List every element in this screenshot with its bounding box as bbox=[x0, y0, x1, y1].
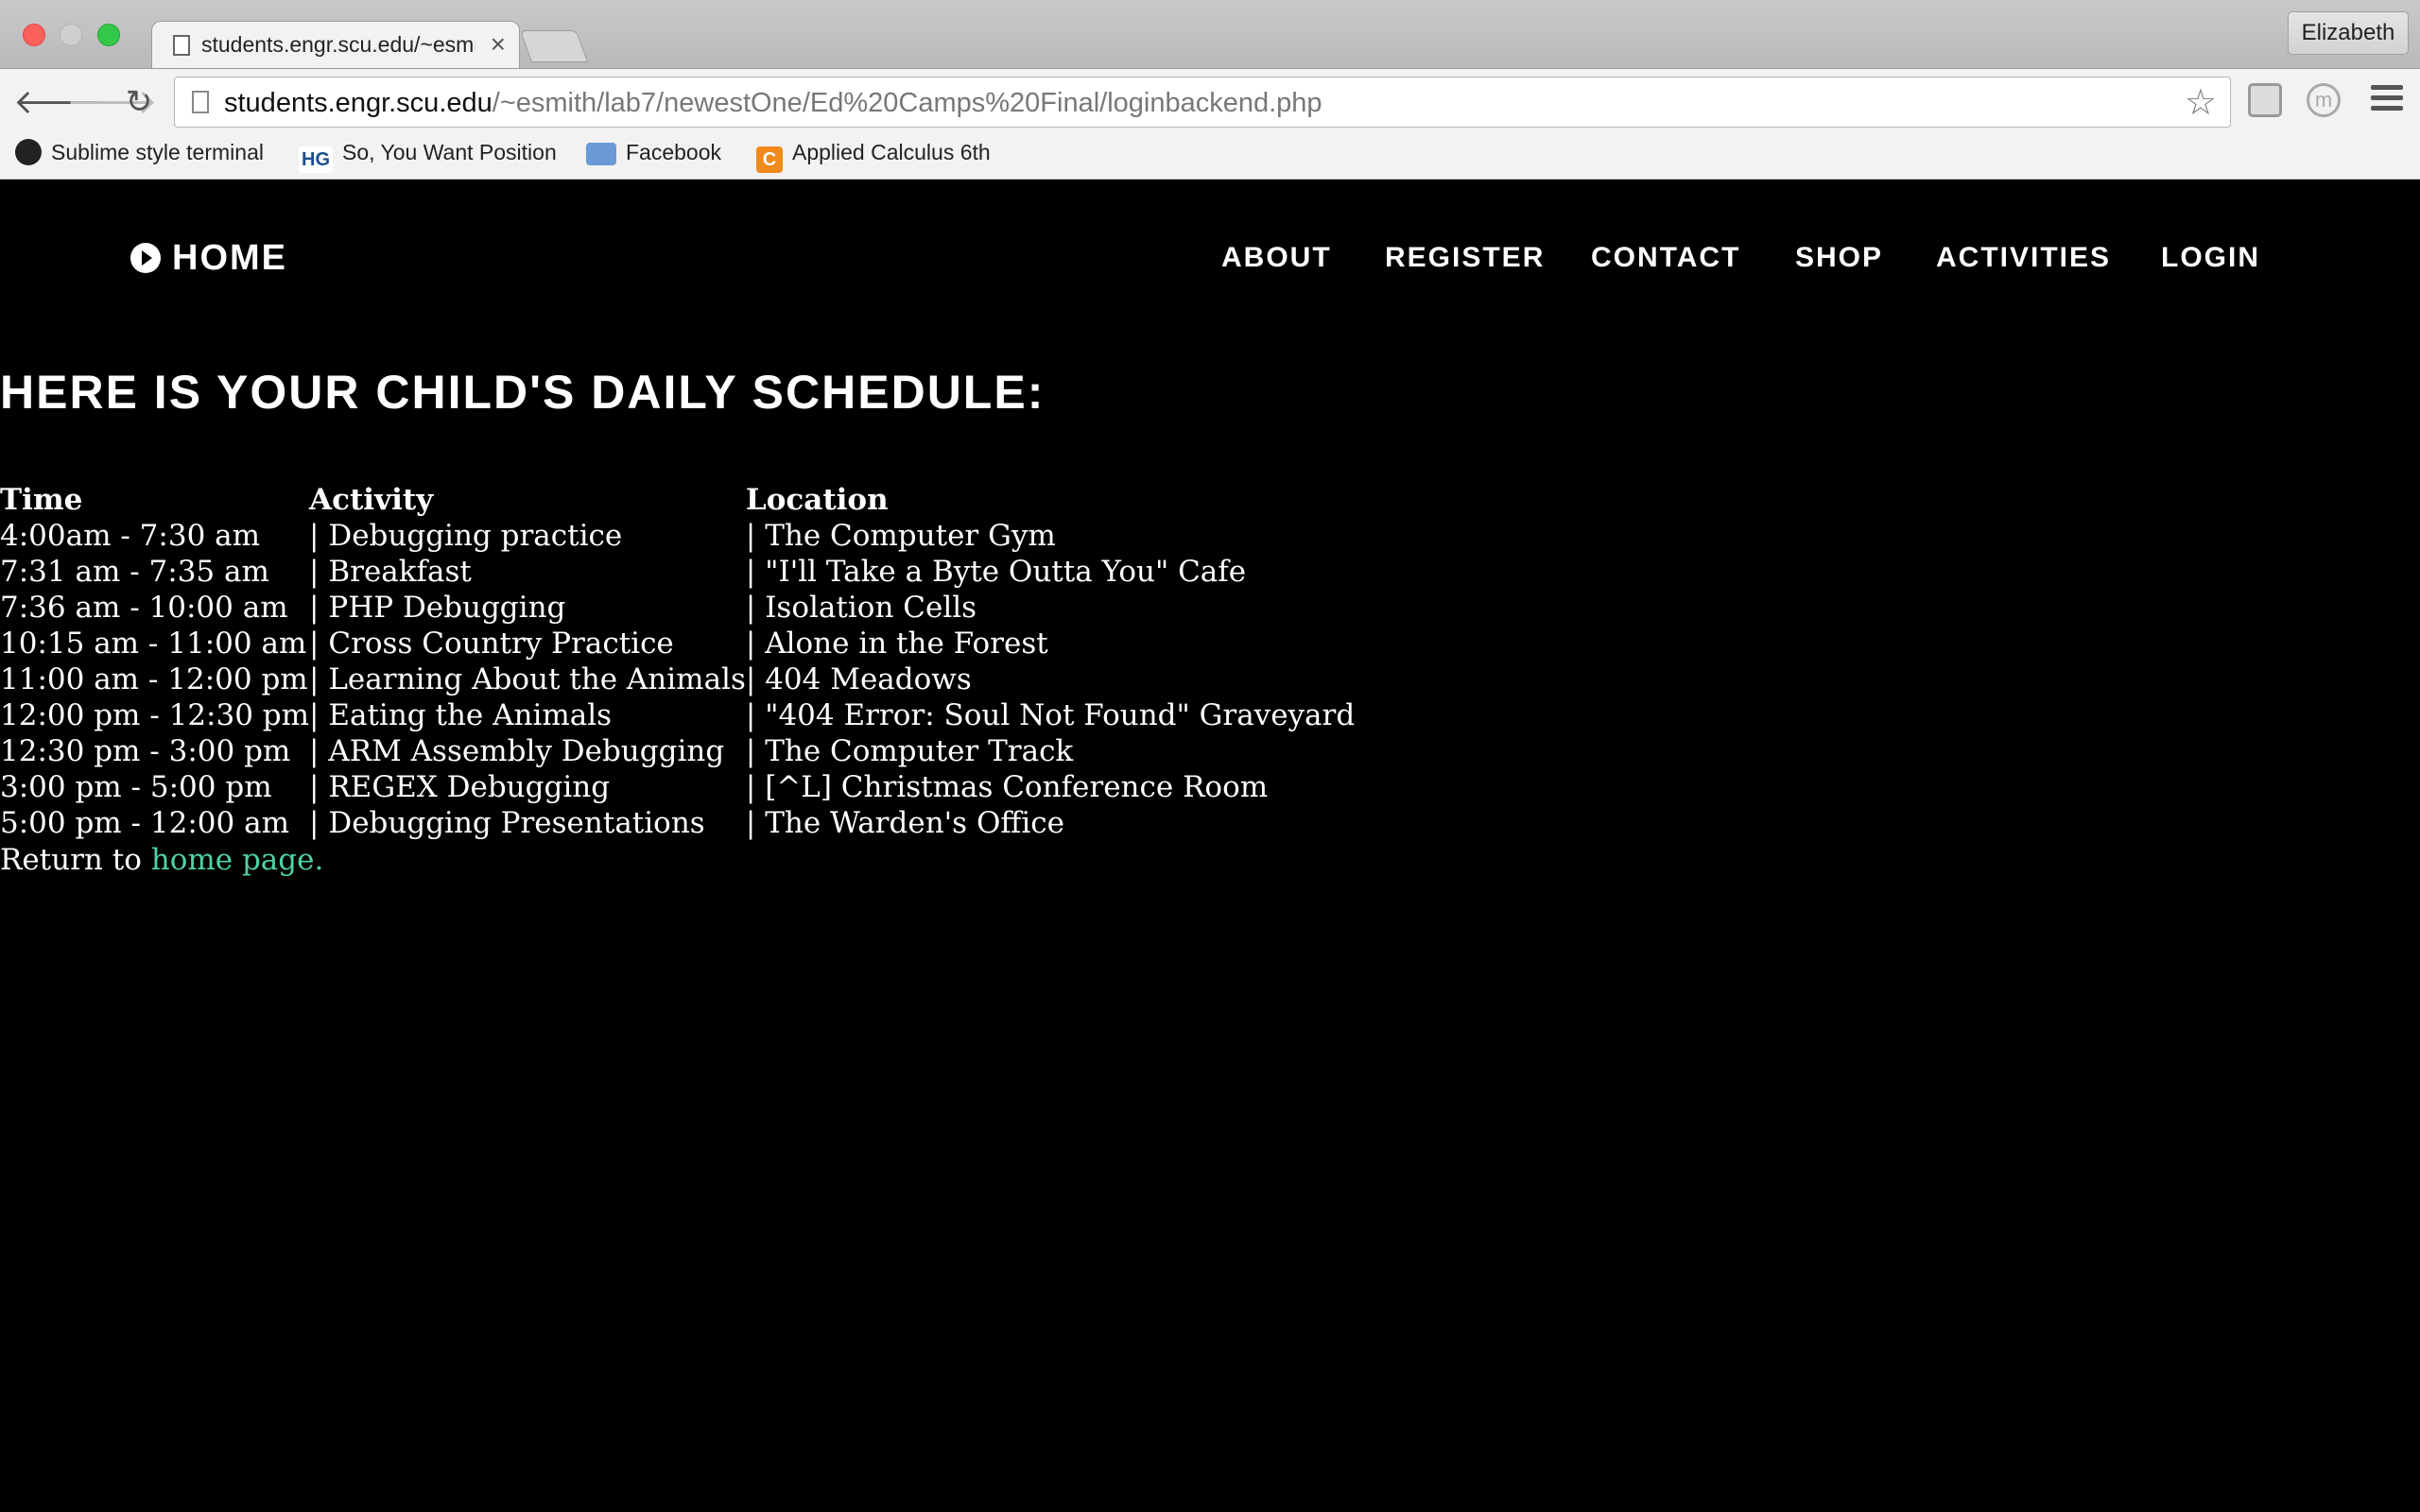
location-cell: | Isolation Cells bbox=[745, 591, 977, 625]
table-row: 7:31 am - 7:35 am | Breakfast | "I'll Ta… bbox=[0, 554, 1355, 590]
time-cell: 12:00 pm - 12:30 pm bbox=[0, 698, 310, 732]
nav-activities[interactable]: ACTIVITIES bbox=[1936, 242, 2111, 274]
nav-contact[interactable]: CONTACT bbox=[1591, 242, 1740, 274]
location-cell: | "404 Error: Soul Not Found" Graveyard bbox=[745, 698, 1356, 732]
activity-cell: | PHP Debugging bbox=[309, 591, 566, 625]
bookmark-item[interactable]: HG So, You Want Position bbox=[299, 136, 562, 180]
bookmark-item[interactable]: Sublime style terminal bbox=[15, 136, 270, 180]
reload-icon[interactable]: ↻ bbox=[119, 82, 159, 122]
column-header-time: Time bbox=[0, 483, 83, 517]
column-header-location: Location bbox=[745, 483, 889, 517]
location-cell: | "I'll Take a Byte Outta You" Cafe bbox=[745, 555, 1247, 589]
minimize-window-button[interactable] bbox=[60, 24, 82, 46]
play-circle-icon bbox=[130, 243, 161, 273]
time-cell: 11:00 am - 12:00 pm bbox=[0, 662, 308, 696]
activity-cell: | Debugging practice bbox=[309, 519, 623, 553]
return-line: Return to home page. bbox=[0, 843, 323, 877]
nav-register[interactable]: REGISTER bbox=[1385, 242, 1545, 274]
table-row: 7:36 am - 10:00 am | PHP Debugging | Iso… bbox=[0, 590, 1355, 626]
page-title: HERE IS YOUR CHILD'S DAILY SCHEDULE: bbox=[0, 366, 1046, 419]
extension-m-icon[interactable]: m bbox=[2307, 83, 2341, 117]
address-bar[interactable]: students.engr.scu.edu/~esmith/lab7/newes… bbox=[174, 77, 2231, 128]
bookmark-label: So, You Want Position bbox=[342, 140, 557, 164]
new-tab-button[interactable] bbox=[519, 30, 589, 62]
table-row: 5:00 pm - 12:00 am | Debugging Presentat… bbox=[0, 805, 1355, 841]
close-tab-icon[interactable]: × bbox=[491, 29, 506, 60]
home-link[interactable]: HOME bbox=[130, 238, 287, 279]
activity-cell: | Learning About the Animals bbox=[309, 662, 746, 696]
time-cell: 4:00am - 7:30 am bbox=[0, 519, 261, 553]
table-row: 3:00 pm - 5:00 pm | REGEX Debugging | [^… bbox=[0, 769, 1355, 805]
location-cell: | 404 Meadows bbox=[745, 662, 972, 696]
time-cell: 7:36 am - 10:00 am bbox=[0, 591, 288, 625]
time-cell: 10:15 am - 11:00 am bbox=[0, 627, 307, 661]
profile-button[interactable]: Elizabeth bbox=[2288, 11, 2409, 55]
bookmark-folder[interactable]: Facebook bbox=[586, 136, 721, 180]
location-cell: | [^L] Christmas Conference Room bbox=[745, 770, 1269, 804]
maximize-window-button[interactable] bbox=[97, 24, 120, 46]
location-cell: | The Computer Gym bbox=[745, 519, 1056, 553]
page-icon bbox=[173, 35, 190, 56]
activity-cell: | Cross Country Practice bbox=[309, 627, 674, 661]
bookmark-label: Facebook bbox=[626, 140, 722, 164]
return-prefix: Return to bbox=[0, 843, 151, 877]
bookmark-label: Sublime style terminal bbox=[51, 140, 264, 164]
url-host: students.engr.scu.edu bbox=[224, 88, 493, 118]
site-navigation: HOME ABOUT REGISTER CONTACT SHOP ACTIVIT… bbox=[0, 238, 2420, 295]
table-row: 11:00 am - 12:00 pm | Learning About the… bbox=[0, 662, 1355, 697]
nav-about[interactable]: ABOUT bbox=[1221, 242, 1332, 274]
github-icon bbox=[15, 139, 42, 165]
bookmark-label: Applied Calculus 6th bbox=[792, 140, 991, 164]
page-content: HOME ABOUT REGISTER CONTACT SHOP ACTIVIT… bbox=[0, 180, 2420, 1512]
browser-tab-strip: students.engr.scu.edu/~esmith × Elizabet… bbox=[0, 0, 2420, 68]
time-cell: 12:30 pm - 3:00 pm bbox=[0, 734, 291, 768]
location-cell: | The Computer Track bbox=[745, 734, 1074, 768]
bookmark-item[interactable]: C Applied Calculus 6th bbox=[756, 136, 1011, 180]
bookmarks-bar: Sublime style terminal HG So, You Want Po… bbox=[0, 136, 2420, 180]
menu-icon[interactable] bbox=[2371, 85, 2403, 115]
time-cell: 3:00 pm - 5:00 pm bbox=[0, 770, 272, 804]
nav-shop[interactable]: SHOP bbox=[1795, 242, 1883, 274]
browser-tab[interactable]: students.engr.scu.edu/~esmith × bbox=[151, 21, 520, 68]
page-icon bbox=[192, 91, 209, 113]
time-cell: 5:00 pm - 12:00 am bbox=[0, 806, 289, 840]
tab-title: students.engr.scu.edu/~esmith bbox=[201, 32, 475, 57]
back-icon[interactable]: 🡐 bbox=[13, 82, 105, 122]
home-page-link[interactable]: home page. bbox=[151, 843, 324, 877]
time-cell: 7:31 am - 7:35 am bbox=[0, 555, 269, 589]
activity-cell: | ARM Assembly Debugging bbox=[309, 734, 725, 768]
column-header-activity: Activity bbox=[309, 483, 434, 517]
home-label: HOME bbox=[172, 238, 287, 278]
activity-cell: | REGEX Debugging bbox=[309, 770, 611, 804]
close-window-button[interactable] bbox=[23, 24, 45, 46]
schedule-table: Time Activity Location 4:00am - 7:30 am … bbox=[0, 482, 1355, 841]
activity-cell: | Breakfast bbox=[309, 555, 472, 589]
extension-icon[interactable] bbox=[2248, 83, 2282, 117]
table-row: 4:00am - 7:30 am | Debugging practice | … bbox=[0, 518, 1355, 554]
c-icon: C bbox=[756, 146, 783, 173]
table-header-row: Time Activity Location bbox=[0, 482, 1355, 518]
table-row: 12:00 pm - 12:30 pm | Eating the Animals… bbox=[0, 697, 1355, 733]
location-cell: | The Warden's Office bbox=[745, 806, 1065, 840]
url-path: /~esmith/lab7/newestOne/Ed%20Camps%20Fin… bbox=[492, 88, 1322, 118]
activity-cell: | Debugging Presentations bbox=[309, 806, 705, 840]
bookmark-star-icon[interactable]: ☆ bbox=[2185, 81, 2217, 124]
forward-icon[interactable]: 🡒 bbox=[66, 82, 158, 122]
location-cell: | Alone in the Forest bbox=[745, 627, 1048, 661]
table-row: 10:15 am - 11:00 am | Cross Country Prac… bbox=[0, 626, 1355, 662]
folder-icon bbox=[586, 143, 616, 165]
url-text[interactable]: students.engr.scu.edu/~esmith/lab7/newes… bbox=[224, 88, 1322, 119]
nav-login[interactable]: LOGIN bbox=[2161, 242, 2260, 274]
browser-toolbar: 🡐 🡒 ↻ students.engr.scu.edu/~esmith/lab7… bbox=[0, 68, 2420, 136]
table-row: 12:30 pm - 3:00 pm | ARM Assembly Debugg… bbox=[0, 733, 1355, 769]
activity-cell: | Eating the Animals bbox=[309, 698, 613, 732]
hg-icon: HG bbox=[299, 146, 333, 173]
